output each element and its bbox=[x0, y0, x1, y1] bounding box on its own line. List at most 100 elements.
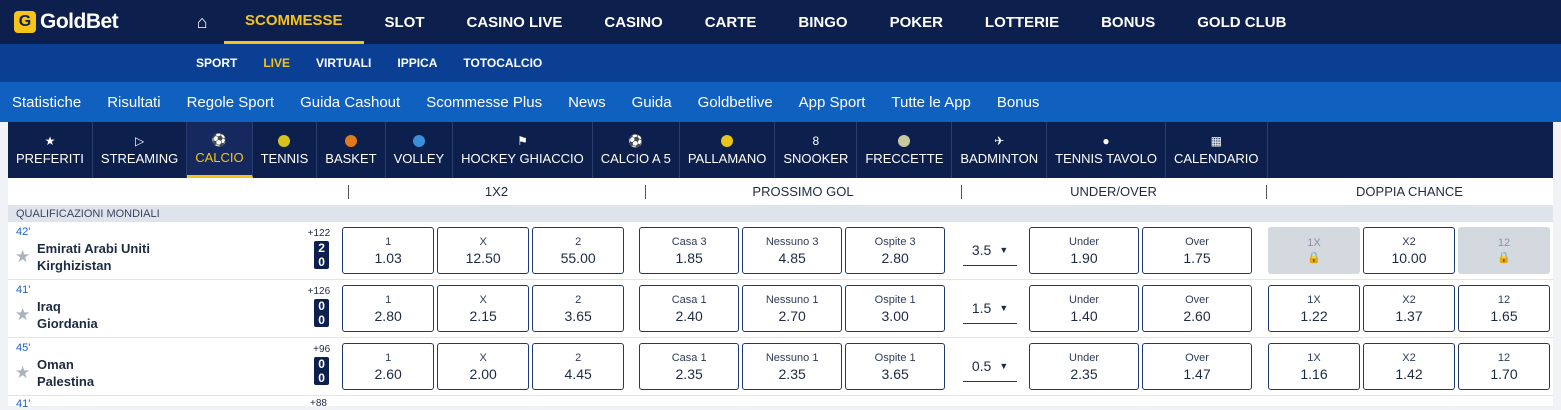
line-select[interactable]: 1.5 ▼ bbox=[963, 294, 1017, 324]
sport-tab-streaming[interactable]: ▷ STREAMING bbox=[93, 122, 188, 178]
nav-lotterie[interactable]: LOTTERIE bbox=[964, 0, 1080, 44]
odd-button-under[interactable]: Under 1.90 bbox=[1029, 227, 1139, 274]
odd-button-1x2-1[interactable]: 1 2.60 bbox=[342, 343, 435, 390]
odd-button-next-goal[interactable]: Ospite 1 3.65 bbox=[845, 343, 946, 390]
nav-casino[interactable]: CASINO bbox=[583, 0, 683, 44]
odd-button-dc-x2[interactable]: X2 1.42 bbox=[1363, 343, 1455, 390]
more-markets-count[interactable]: +126 bbox=[308, 286, 331, 297]
match-minute: 41' bbox=[16, 398, 31, 410]
sport-tab-label: SNOOKER bbox=[783, 151, 849, 166]
odd-button-1x2-x[interactable]: X 2.15 bbox=[437, 285, 530, 332]
subnav-sport[interactable]: SPORT bbox=[196, 56, 237, 70]
home-team: Iraq bbox=[37, 299, 61, 314]
odd-button-dc-1x[interactable]: 1X 1.22 bbox=[1268, 285, 1360, 332]
subnav-virtuali[interactable]: VIRTUALI bbox=[316, 56, 371, 70]
nav-scommesse[interactable]: SCOMMESSE bbox=[224, 0, 364, 44]
nav-gold-club[interactable]: GOLD CLUB bbox=[1176, 0, 1307, 44]
match-info[interactable]: 41' ★ Iraq Giordania +126 0 0 bbox=[8, 280, 330, 337]
nav-bonus[interactable]: BONUS bbox=[1080, 0, 1176, 44]
favorite-star-icon[interactable]: ★ bbox=[15, 247, 30, 267]
match-info[interactable]: 42' ★ Emirati Arabi Uniti Kirghizistan +122 2… bbox=[8, 222, 330, 279]
sport-tab-freccette[interactable]: FRECCETTE bbox=[857, 122, 953, 178]
odds-next-goal: Casa 1 2.40 Nessuno 1 2.70 Ospite 1 3.00 bbox=[639, 285, 948, 332]
odd-button-1x2-x[interactable]: X 2.00 bbox=[437, 343, 530, 390]
sport-tab-volley[interactable]: VOLLEY bbox=[386, 122, 454, 178]
favorite-star-icon[interactable]: ★ bbox=[15, 363, 30, 383]
odd-button-next-goal[interactable]: Casa 1 2.40 bbox=[639, 285, 740, 332]
sport-tab-badminton[interactable]: ✈ BADMINTON bbox=[952, 122, 1048, 178]
odd-button-dc-1x[interactable]: 1X 1.16 bbox=[1268, 343, 1360, 390]
score-home: 0 bbox=[318, 299, 325, 313]
sport-tab-hockey-ghiaccio[interactable]: ⚑ HOCKEY GHIACCIO bbox=[453, 122, 593, 178]
sport-tab-preferiti[interactable]: ★ PREFERITI bbox=[8, 122, 93, 178]
link-risultati[interactable]: Risultati bbox=[107, 94, 160, 111]
odd-button-next-goal[interactable]: Casa 3 1.85 bbox=[639, 227, 740, 274]
odd-button-dc-x2[interactable]: X2 10.00 bbox=[1363, 227, 1455, 274]
sport-tab-pallamano[interactable]: PALLAMANO bbox=[680, 122, 776, 178]
sport-tab-tennis-tavolo[interactable]: ● TENNIS TAVOLO bbox=[1047, 122, 1166, 178]
odd-button-next-goal[interactable]: Ospite 3 2.80 bbox=[845, 227, 946, 274]
odd-button-1x2-2[interactable]: 2 4.45 bbox=[532, 343, 625, 390]
more-markets-count[interactable]: +122 bbox=[308, 228, 331, 239]
odd-button-dc-x2[interactable]: X2 1.37 bbox=[1363, 285, 1455, 332]
odd-button-dc-12[interactable]: 12 1.70 bbox=[1458, 343, 1550, 390]
sport-tab-calcio[interactable]: ⚽ CALCIO bbox=[187, 122, 253, 178]
nav-bingo[interactable]: BINGO bbox=[777, 0, 868, 44]
odd-button-next-goal[interactable]: Casa 1 2.35 bbox=[639, 343, 740, 390]
nav-poker[interactable]: POKER bbox=[869, 0, 964, 44]
sport-tab-basket[interactable]: BASKET bbox=[317, 122, 386, 178]
nav-casino-live[interactable]: CASINO LIVE bbox=[446, 0, 584, 44]
match-score: 00 bbox=[314, 299, 330, 327]
link-tutte-le-app[interactable]: Tutte le App bbox=[891, 94, 971, 111]
odd-button-over[interactable]: Over 2.60 bbox=[1142, 285, 1252, 332]
nav-slot[interactable]: SLOT bbox=[364, 0, 446, 44]
home-icon[interactable]: ⌂ bbox=[180, 0, 224, 44]
sport-tab-tennis[interactable]: TENNIS bbox=[253, 122, 318, 178]
link-scommesse-plus[interactable]: Scommesse Plus bbox=[426, 94, 542, 111]
score-away: 0 bbox=[318, 255, 325, 269]
odd-button-next-goal[interactable]: Ospite 1 3.00 bbox=[845, 285, 946, 332]
odd-button-1x2-2[interactable]: 2 3.65 bbox=[532, 285, 625, 332]
link-news[interactable]: News bbox=[568, 94, 606, 111]
odd-label: Nessuno 1 bbox=[765, 293, 819, 306]
odd-button-under[interactable]: Under 2.35 bbox=[1029, 343, 1139, 390]
match-info[interactable]: 45' ★ Oman Palestina +96 0 0 bbox=[8, 338, 330, 395]
more-markets-count[interactable]: +96 bbox=[313, 344, 330, 355]
odd-button-over[interactable]: Over 1.47 bbox=[1142, 343, 1252, 390]
odd-button-under[interactable]: Under 1.40 bbox=[1029, 285, 1139, 332]
link-regole-sport[interactable]: Regole Sport bbox=[187, 94, 275, 111]
odd-button-1x2-2[interactable]: 2 55.00 bbox=[532, 227, 625, 274]
goldbet-logo[interactable]: G GoldBet bbox=[0, 0, 180, 44]
link-goldbetlive[interactable]: Goldbetlive bbox=[698, 94, 773, 111]
link-app-sport[interactable]: App Sport bbox=[799, 94, 866, 111]
odd-label: 1 bbox=[385, 293, 392, 306]
subnav-ippica[interactable]: IPPICA bbox=[397, 56, 437, 70]
odd-value: 1.16 bbox=[1300, 365, 1328, 382]
odd-button-next-goal[interactable]: Nessuno 1 2.35 bbox=[742, 343, 843, 390]
odd-button-1x2-1[interactable]: 1 2.80 bbox=[342, 285, 435, 332]
sport-tab-calendario[interactable]: ▦ CALENDARIO bbox=[1166, 122, 1268, 178]
chevron-down-icon: ▼ bbox=[999, 361, 1009, 371]
sport-tab-calcio-a-5[interactable]: ⚽ CALCIO A 5 bbox=[593, 122, 680, 178]
line-select[interactable]: 3.5 ▼ bbox=[963, 236, 1017, 266]
nav-carte[interactable]: CARTE bbox=[684, 0, 778, 44]
odd-label: X2 bbox=[1402, 351, 1416, 364]
odd-button-dc-12[interactable]: 12 1.65 bbox=[1458, 285, 1550, 332]
odd-button-1x2-x[interactable]: X 12.50 bbox=[437, 227, 530, 274]
link-statistiche[interactable]: Statistiche bbox=[12, 94, 81, 111]
odd-button-next-goal[interactable]: Nessuno 3 4.85 bbox=[742, 227, 843, 274]
play-icon: ▷ bbox=[134, 134, 145, 148]
favorite-star-icon[interactable]: ★ bbox=[15, 305, 30, 325]
odd-button-over[interactable]: Over 1.75 bbox=[1142, 227, 1252, 274]
subnav-live[interactable]: LIVE bbox=[263, 56, 290, 70]
link-guida[interactable]: Guida bbox=[632, 94, 672, 111]
tennis-ball-icon bbox=[278, 134, 291, 148]
more-markets-count[interactable]: +88 bbox=[310, 398, 327, 409]
sport-tab-snooker[interactable]: 8 SNOOKER bbox=[775, 122, 858, 178]
link-bonus[interactable]: Bonus bbox=[997, 94, 1040, 111]
link-guida-cashout[interactable]: Guida Cashout bbox=[300, 94, 400, 111]
odd-button-next-goal[interactable]: Nessuno 1 2.70 bbox=[742, 285, 843, 332]
subnav-totocalcio[interactable]: TOTOCALCIO bbox=[463, 56, 542, 70]
odd-button-1x2-1[interactable]: 1 1.03 bbox=[342, 227, 435, 274]
line-select[interactable]: 0.5 ▼ bbox=[963, 352, 1017, 382]
